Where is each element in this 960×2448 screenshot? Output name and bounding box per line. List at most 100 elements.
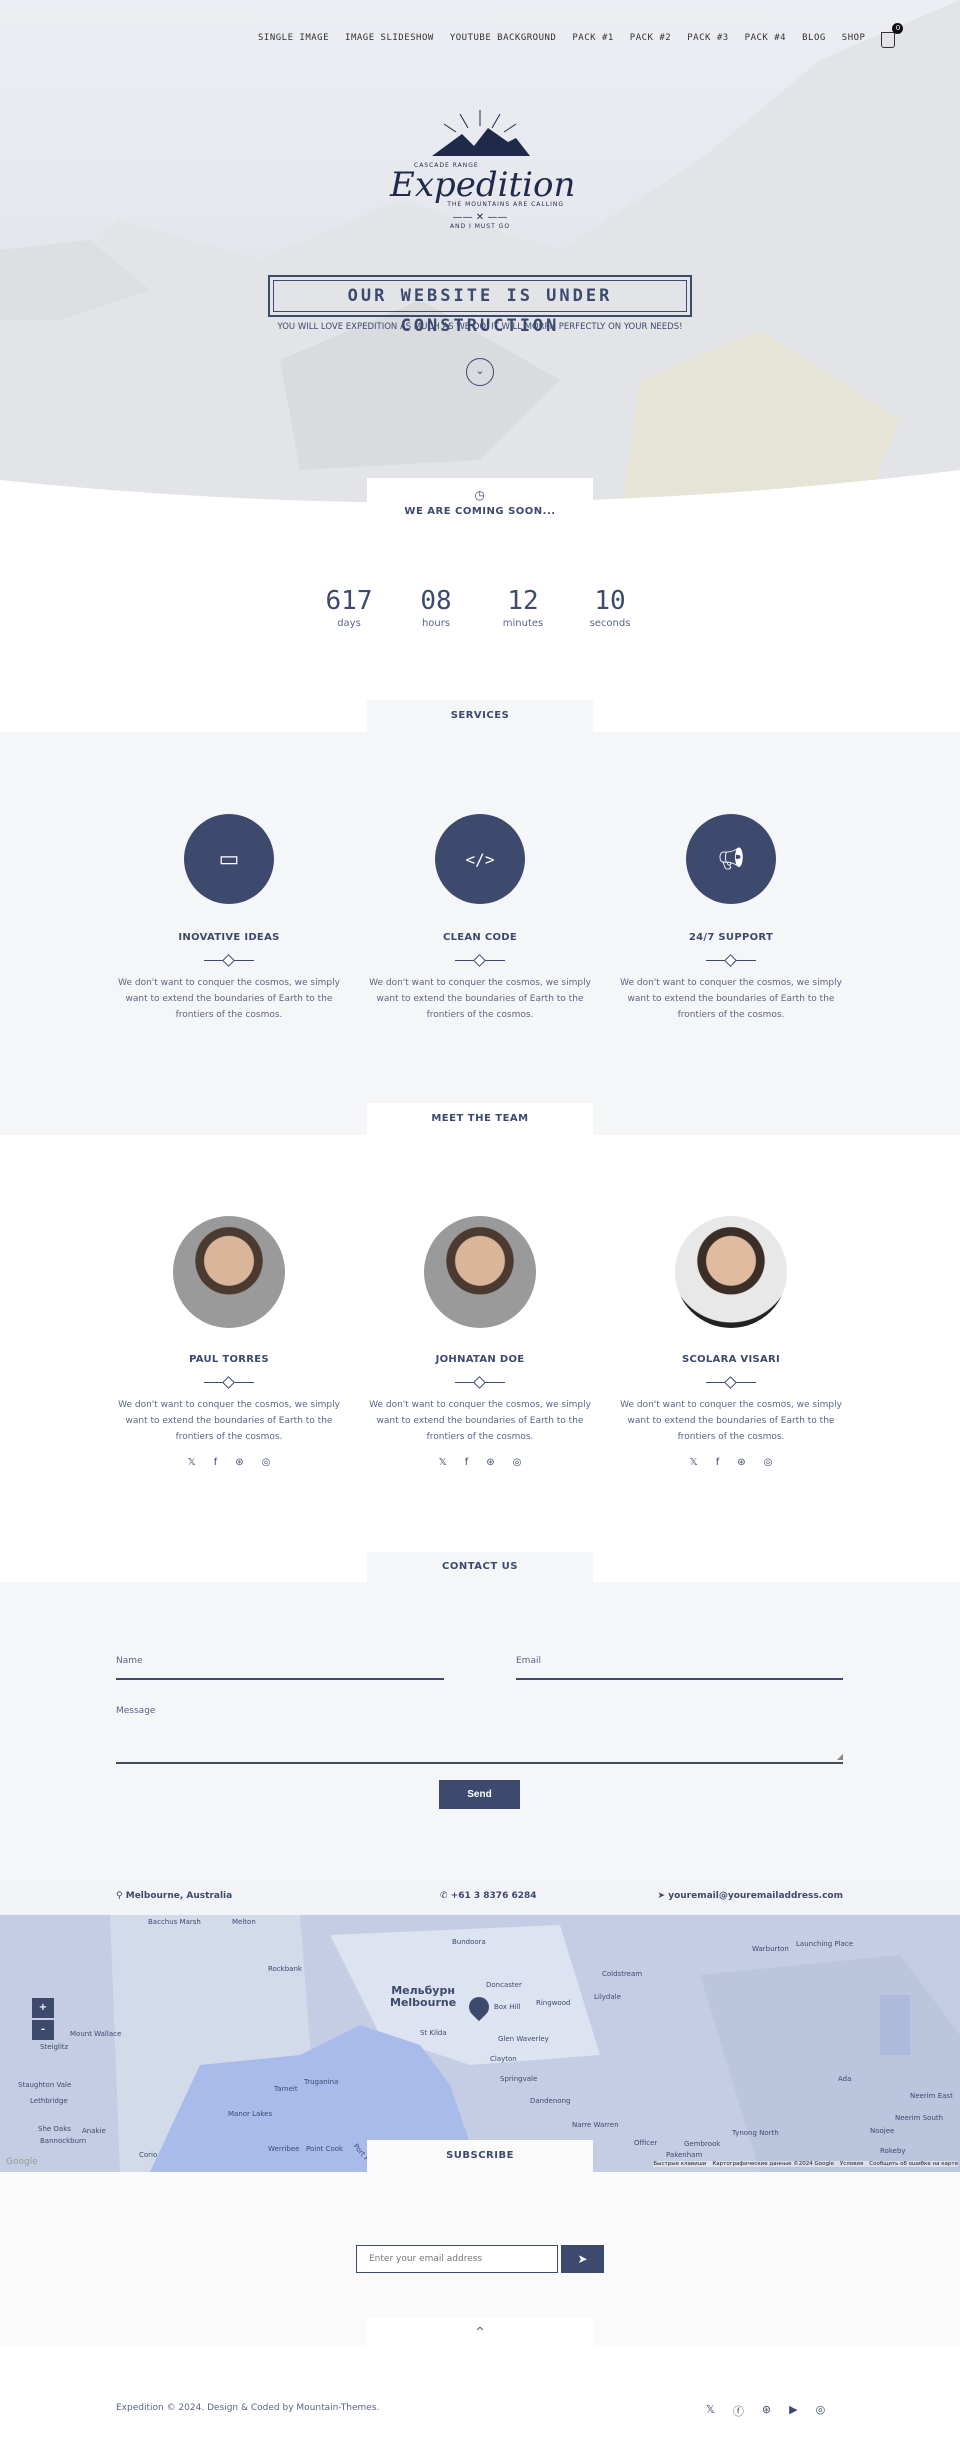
cart-bag-icon[interactable]: 0: [881, 23, 904, 48]
subscribe-send-button[interactable]: ➤: [561, 2245, 604, 2273]
map-place-label: Corio: [139, 2151, 158, 2159]
x-icon[interactable]: 𝕏: [706, 2403, 715, 2419]
map-place-label: Tarneit: [274, 2085, 298, 2093]
instagram-icon[interactable]: ◎: [764, 1457, 773, 1468]
facebook-icon[interactable]: ⓕ: [733, 2403, 744, 2419]
map-place-label: Ringwood: [536, 1999, 571, 2007]
logo[interactable]: CASCADE RANGE Expedition THE MOUNTAINS A…: [390, 108, 575, 258]
x-icon[interactable]: 𝕏: [439, 1457, 447, 1468]
map-city-label: Мельбурн Melbourne: [390, 1984, 457, 2009]
subscribe-heading: SUBSCRIBE: [367, 2140, 593, 2172]
team-member-card: JOHNATAN DOE We don't want to conquer th…: [355, 1216, 605, 1468]
map-place-label: Springvale: [500, 2075, 538, 2083]
paper-plane-icon: ➤: [577, 2252, 588, 2266]
map-place-label: Bacchus Marsh: [148, 1918, 201, 1926]
service-card: </> CLEAN CODE We don't want to conquer …: [355, 814, 605, 1023]
map-place-label: Narre Warren: [572, 2121, 619, 2129]
google-map[interactable]: Мельбурн Melbourne Bacchus Marsh Melton B…: [0, 1915, 960, 2172]
nav-pack-3[interactable]: PACK #3: [687, 33, 728, 43]
map-place-label: Neerim South: [895, 2114, 944, 2122]
crossed-axes-icon: —— ✕ ——: [452, 212, 508, 223]
map-place-label: Coldstream: [602, 1970, 643, 1978]
divider: [204, 1377, 254, 1387]
team-member-card: SCOLARA VISARI We don't want to conquer …: [606, 1216, 856, 1468]
map-zoom-out-button[interactable]: -: [32, 2020, 54, 2040]
map-place-label: Bundoora: [452, 1938, 486, 1946]
dribbble-icon[interactable]: ⊛: [737, 1457, 745, 1468]
divider: [706, 1377, 756, 1387]
services-heading: SERVICES: [367, 700, 593, 732]
divider: [455, 955, 505, 965]
send-button[interactable]: Send: [439, 1780, 520, 1809]
subscribe-email-input[interactable]: [356, 2245, 558, 2273]
email-field[interactable]: Email: [516, 1656, 843, 1680]
divider: [204, 955, 254, 965]
dribbble-icon[interactable]: ⊛: [762, 2403, 771, 2419]
map-place-label: Dandenong: [530, 2097, 571, 2105]
message-field[interactable]: Message ◢: [116, 1706, 843, 1764]
map-place-label: Ada: [838, 2075, 852, 2083]
nav-pack-2[interactable]: PACK #2: [630, 33, 671, 43]
back-to-top-button[interactable]: ^: [367, 2318, 593, 2345]
footer-copyright: Expedition © 2024. Design & Coded by Mou…: [116, 2403, 380, 2413]
map-place-label: Rokeby: [880, 2147, 906, 2155]
map-place-label: Truganina: [304, 2078, 339, 2086]
map-place-label: Anakie: [82, 2127, 106, 2135]
resize-handle-icon[interactable]: ◢: [837, 1752, 843, 1761]
avatar: [173, 1216, 285, 1328]
scroll-down-chevron-icon[interactable]: ⌄: [466, 358, 494, 386]
avatar: [675, 1216, 787, 1328]
map-place-label: Werribee: [268, 2145, 300, 2153]
x-icon[interactable]: 𝕏: [690, 1457, 698, 1468]
nav-pack-1[interactable]: PACK #1: [572, 33, 613, 43]
footer-social: 𝕏ⓕ ⊛ ▶ ◎: [706, 2403, 825, 2419]
hero: [0, 0, 960, 520]
map-pin-icon: ⚲: [116, 1891, 126, 1901]
name-field[interactable]: Name: [116, 1656, 444, 1680]
contact-heading: CONTACT US: [367, 1552, 593, 1582]
map-place-label: Mount Wallace: [70, 2030, 122, 2038]
team-heading: MEET THE TEAM: [367, 1103, 593, 1135]
service-card: ▭ INOVATIVE IDEAS We don't want to conqu…: [104, 814, 354, 1023]
nav-single-image[interactable]: SINGLE IMAGE: [258, 33, 329, 43]
map-attribution: Быстрые клавиши Картографические данные ©…: [653, 2161, 958, 2167]
email[interactable]: ➤ youremail@youremailaddress.com: [658, 1891, 843, 1901]
facebook-icon[interactable]: f: [716, 1457, 720, 1468]
x-icon[interactable]: 𝕏: [188, 1457, 196, 1468]
facebook-icon[interactable]: f: [214, 1457, 218, 1468]
nav-pack-4[interactable]: PACK #4: [745, 33, 786, 43]
nav-blog[interactable]: BLOG: [802, 33, 826, 43]
map-place-label: Box Hill: [494, 2003, 521, 2011]
google-logo: Google: [6, 2157, 38, 2167]
map-place-label: Officer: [634, 2139, 658, 2147]
nav-youtube-background[interactable]: YOUTUBE BACKGROUND: [450, 33, 557, 43]
dribbble-icon[interactable]: ⊛: [486, 1457, 494, 1468]
location: ⚲ Melbourne, Australia: [116, 1891, 233, 1901]
phone-icon: ✆: [440, 1891, 451, 1901]
instagram-icon[interactable]: ◎: [513, 1457, 522, 1468]
map-place-label: Launching Place: [796, 1940, 854, 1948]
youtube-icon[interactable]: ▶: [789, 2403, 797, 2419]
map-place-label: Tynong North: [732, 2129, 779, 2137]
megaphone-icon: 📢︎: [686, 814, 776, 904]
map-place-label: Bannockburn: [40, 2137, 87, 2145]
countdown-hours: 08 hours: [420, 586, 452, 629]
map-place-label: Point Cook: [306, 2145, 344, 2153]
clock-icon: ◷: [474, 488, 486, 502]
dribbble-icon[interactable]: ⊛: [235, 1457, 243, 1468]
team-member-card: PAUL TORRES We don't want to conquer the…: [104, 1216, 354, 1468]
map-place-label: St Kilda: [420, 2029, 447, 2037]
map-place-label: Manor Lakes: [228, 2110, 273, 2118]
phone[interactable]: ✆ +61 3 8376 6284: [440, 1891, 537, 1901]
instagram-icon[interactable]: ◎: [262, 1457, 271, 1468]
nav-shop[interactable]: SHOP: [842, 33, 866, 43]
map-zoom-in-button[interactable]: +: [32, 1998, 54, 2018]
map-place-label: Melton: [232, 1918, 256, 1926]
instagram-icon[interactable]: ◎: [816, 2403, 826, 2419]
map-tiles: [0, 1915, 960, 2172]
map-place-label: Noojee: [870, 2127, 895, 2135]
nav-image-slideshow[interactable]: IMAGE SLIDESHOW: [345, 33, 434, 43]
code-icon: </>: [435, 814, 525, 904]
divider: [706, 955, 756, 965]
facebook-icon[interactable]: f: [465, 1457, 469, 1468]
